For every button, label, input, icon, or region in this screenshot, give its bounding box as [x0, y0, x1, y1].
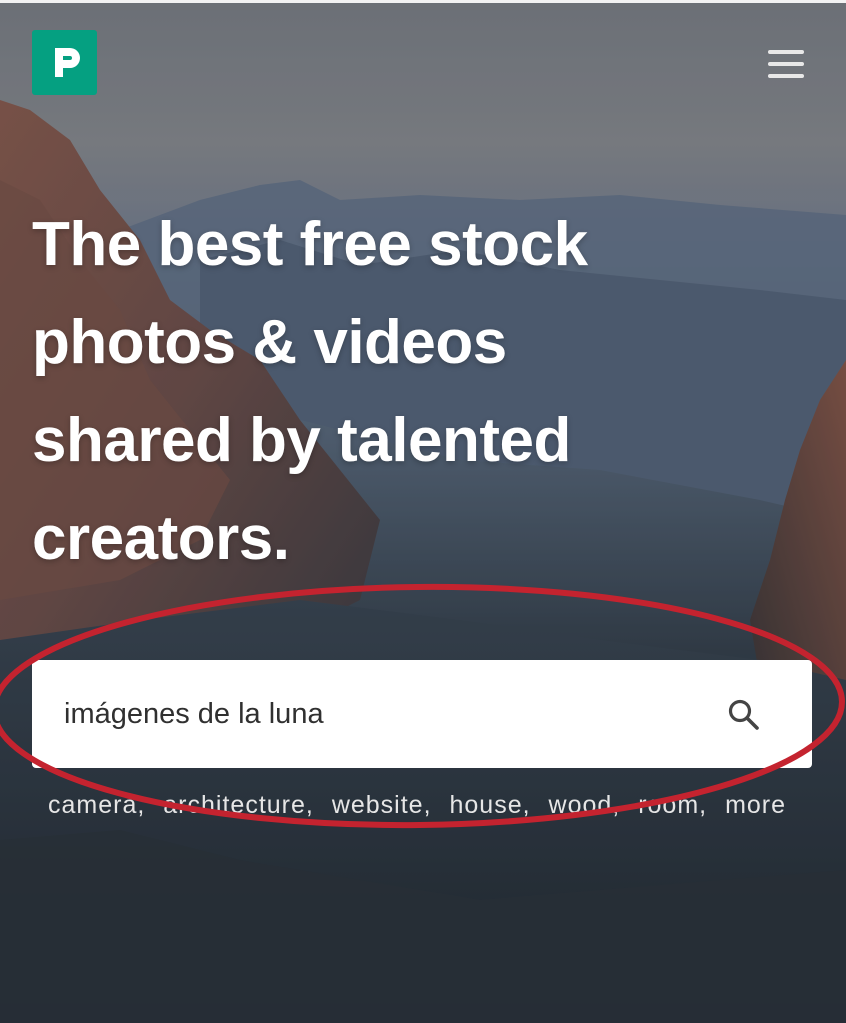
suggestion-link[interactable]: architecture [163, 791, 306, 819]
headline-line: creators. [32, 504, 290, 573]
suggestion-link[interactable]: camera [48, 791, 137, 819]
menu-bar [768, 74, 804, 78]
separator: , [137, 791, 146, 819]
search-box [32, 660, 812, 768]
suggestion-link[interactable]: website [332, 791, 424, 819]
hamburger-menu-icon[interactable] [762, 48, 810, 80]
separator: , [612, 791, 621, 819]
hero-headline: The best free stock photos & videos shar… [32, 196, 732, 588]
top-border [0, 0, 846, 3]
menu-bar [768, 62, 804, 66]
logo[interactable] [32, 30, 97, 95]
headline-line: The best free stock [32, 210, 588, 279]
headline-line: shared by talented [32, 406, 571, 475]
pexels-logo-icon [55, 48, 80, 77]
separator: , [699, 791, 708, 819]
suggestion-link[interactable]: wood [549, 791, 613, 819]
suggestion-link[interactable]: room [638, 791, 699, 819]
search-icon[interactable] [726, 697, 762, 733]
headline-line: photos & videos [32, 308, 507, 377]
search-input[interactable] [64, 686, 704, 742]
separator: , [423, 791, 432, 819]
suggestion-link[interactable]: house [449, 791, 522, 819]
more-link[interactable]: more [725, 791, 786, 819]
separator: , [305, 791, 314, 819]
suggested-searches: camera, architecture, website, house, wo… [48, 788, 828, 822]
menu-bar [768, 50, 804, 54]
separator: , [522, 791, 531, 819]
